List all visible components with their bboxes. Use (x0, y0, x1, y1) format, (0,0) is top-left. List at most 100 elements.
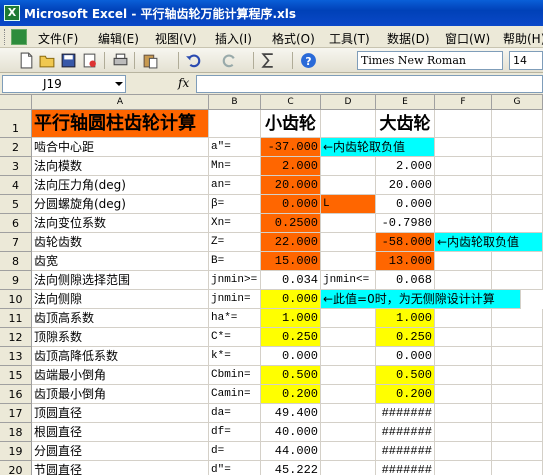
cell-b[interactable]: jnmin>= (209, 271, 261, 290)
cell-c[interactable]: 0.500 (261, 366, 321, 385)
cell-e[interactable]: 0.000 (376, 347, 435, 366)
menu-data[interactable]: 数据(D) (387, 30, 430, 47)
formula-input[interactable] (196, 75, 543, 93)
cell-g1[interactable] (492, 110, 543, 138)
fx-icon[interactable]: fx (178, 76, 189, 90)
large-gear-header[interactable]: 大齿轮 (376, 110, 435, 138)
worksheet-grid[interactable]: A B C D E F G 1 平行轴圆柱齿轮计算 小齿轮 大齿轮 2 啮合中心距… (0, 95, 543, 475)
cell-c[interactable]: 44.000 (261, 442, 321, 461)
cell-c[interactable]: 0.034 (261, 271, 321, 290)
cell-e[interactable]: -0.7980 (376, 214, 435, 233)
cell-d[interactable] (321, 347, 376, 366)
cell-g[interactable] (492, 366, 543, 385)
column-header-e[interactable]: E (376, 95, 435, 110)
cell-d[interactable] (321, 366, 376, 385)
menu-window[interactable]: 窗口(W) (445, 30, 490, 47)
cell-b[interactable]: Cbmin= (209, 366, 261, 385)
cell-f[interactable] (435, 347, 492, 366)
cell-f[interactable] (435, 461, 492, 475)
cell-c[interactable]: 0.000 (261, 195, 321, 214)
open-icon[interactable] (39, 52, 56, 69)
cell-b[interactable]: an= (209, 176, 261, 195)
cell-a[interactable]: 齿端最小倒角 (32, 366, 209, 385)
cell-c[interactable]: 2.000 (261, 157, 321, 176)
cell-b[interactable]: ha*= (209, 309, 261, 328)
cell-g[interactable] (492, 309, 543, 328)
cell-f[interactable] (435, 442, 492, 461)
cell-c[interactable]: 45.222 (261, 461, 321, 475)
row-header[interactable]: 2 (0, 138, 32, 157)
cell-a[interactable]: 齿顶最小倒角 (32, 385, 209, 404)
font-name-select[interactable]: Times New Roman (357, 51, 503, 70)
chevron-down-icon[interactable] (115, 82, 123, 86)
cell-a[interactable]: 法向侧隙 (32, 290, 209, 309)
row-header[interactable]: 5 (0, 195, 32, 214)
cell-c[interactable]: 49.400 (261, 404, 321, 423)
cell-a[interactable]: 节圆直径 (32, 461, 209, 475)
cell-f[interactable] (435, 157, 492, 176)
cell-c[interactable]: -37.000 (261, 138, 321, 157)
cell-c[interactable]: 15.000 (261, 252, 321, 271)
cell-e[interactable]: 0.250 (376, 328, 435, 347)
cell-e[interactable]: ####### (376, 404, 435, 423)
cell-a[interactable]: 分圆直径 (32, 442, 209, 461)
cell-g[interactable] (492, 385, 543, 404)
cell-b1[interactable] (209, 110, 261, 138)
cell-b[interactable]: a"= (209, 138, 261, 157)
cell-f[interactable] (435, 366, 492, 385)
cell-a[interactable]: 法向模数 (32, 157, 209, 176)
cell-c[interactable]: 0.250 (261, 328, 321, 347)
autosum-icon[interactable] (260, 52, 277, 69)
undo-icon[interactable] (185, 52, 202, 69)
row-header[interactable]: 10 (0, 290, 32, 309)
cell-g[interactable] (492, 214, 543, 233)
row-header[interactable]: 4 (0, 176, 32, 195)
paste-icon[interactable] (142, 52, 159, 69)
save-icon[interactable] (60, 52, 77, 69)
select-all-corner[interactable] (0, 95, 32, 110)
cell-g[interactable] (492, 271, 543, 290)
cell-a[interactable]: 法向侧隙选择范围 (32, 271, 209, 290)
cell-g[interactable] (492, 176, 543, 195)
permission-icon[interactable] (81, 52, 98, 69)
cell-d[interactable]: L (321, 195, 376, 214)
cell-e[interactable]: 1.000 (376, 309, 435, 328)
cell-e[interactable]: 0.500 (376, 366, 435, 385)
print-icon[interactable] (112, 52, 129, 69)
menu-file[interactable]: 文件(F) (38, 30, 78, 47)
menu-help[interactable]: 帮助(H) (503, 30, 543, 47)
cell-b[interactable]: B= (209, 252, 261, 271)
cell-g[interactable] (492, 461, 543, 475)
menu-format[interactable]: 格式(O) (272, 30, 315, 47)
cell-d[interactable] (321, 404, 376, 423)
cell-f[interactable] (435, 271, 492, 290)
cell-a[interactable]: 啮合中心距 (32, 138, 209, 157)
row-header[interactable]: 3 (0, 157, 32, 176)
cell-d[interactable] (321, 214, 376, 233)
cell-a[interactable]: 顶圆直径 (32, 404, 209, 423)
row-header[interactable]: 18 (0, 423, 32, 442)
column-header-d[interactable]: D (321, 95, 376, 110)
cell-g[interactable] (492, 195, 543, 214)
cell-c[interactable]: 1.000 (261, 309, 321, 328)
name-box[interactable]: J19 (2, 75, 126, 93)
note-cell[interactable]: ←内齿轮取负值 (321, 138, 435, 157)
cell-d[interactable] (321, 423, 376, 442)
row-header[interactable]: 11 (0, 309, 32, 328)
row-header[interactable]: 8 (0, 252, 32, 271)
small-gear-header[interactable]: 小齿轮 (261, 110, 321, 138)
cell-d[interactable] (321, 328, 376, 347)
cell-b[interactable]: Xn= (209, 214, 261, 233)
row-header[interactable]: 15 (0, 366, 32, 385)
cell-f[interactable] (435, 176, 492, 195)
column-header-g[interactable]: G (492, 95, 543, 110)
cell-b[interactable]: Camin= (209, 385, 261, 404)
cell-f[interactable] (435, 423, 492, 442)
cell-e[interactable]: 0.200 (376, 385, 435, 404)
cell-e[interactable]: 0.068 (376, 271, 435, 290)
cell-a[interactable]: 顶隙系数 (32, 328, 209, 347)
cell-b[interactable]: Z= (209, 233, 261, 252)
cell-f[interactable] (435, 138, 492, 157)
cell-c[interactable]: 0.000 (261, 347, 321, 366)
row-header[interactable]: 6 (0, 214, 32, 233)
